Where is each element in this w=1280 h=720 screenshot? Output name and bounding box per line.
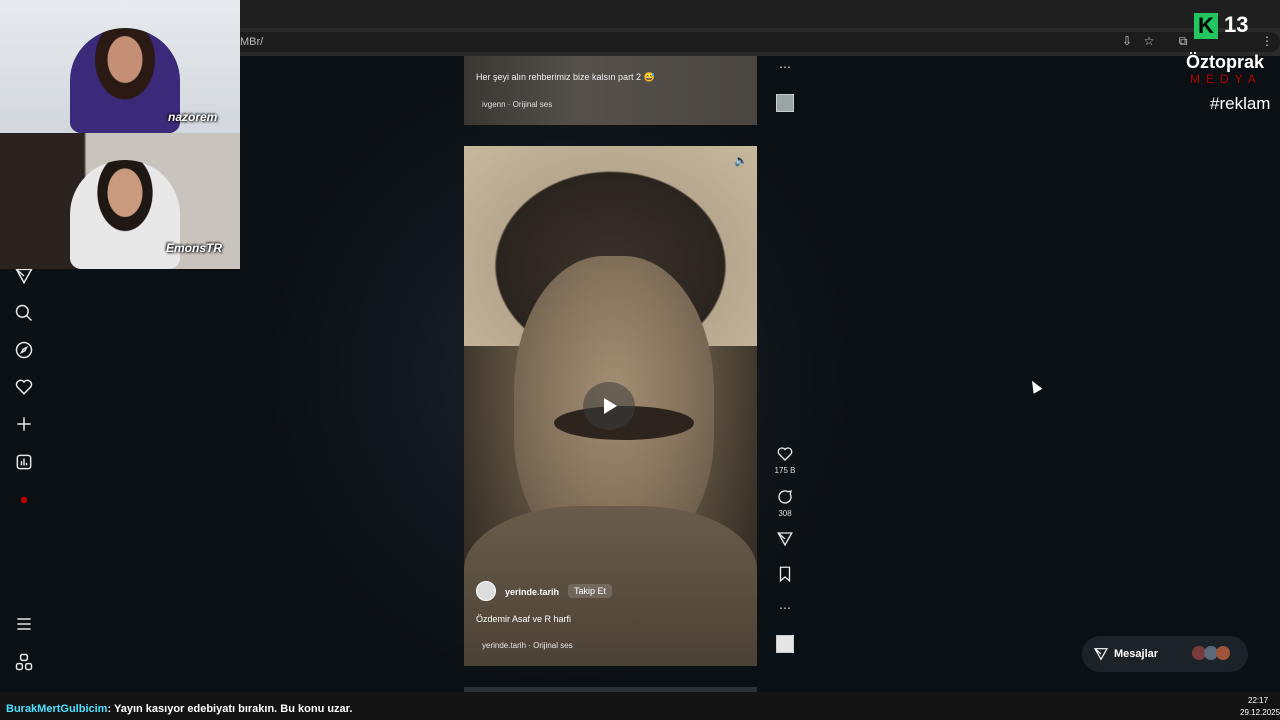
reel-audio[interactable]: yerinde.tarih · Orijinal ses <box>482 641 573 650</box>
menu-icon[interactable] <box>14 614 34 634</box>
extensions-icon[interactable]: ⧉ <box>1176 34 1190 48</box>
profile-icon[interactable] <box>14 490 34 510</box>
comment-icon <box>778 490 792 504</box>
apps-icon[interactable] <box>14 652 34 672</box>
like-count: 175 B <box>774 466 796 475</box>
webcam-2-label: EmonsTR <box>166 241 223 255</box>
messages-label: Mesajlar <box>1114 648 1159 660</box>
save-button[interactable] <box>775 565 795 588</box>
webcam-1-label: nazorem <box>168 110 218 124</box>
follow-button[interactable]: Takip Et <box>568 584 613 598</box>
reel-previous-caption: Her şeyi alın rehberimiz bize kalsın par… <box>476 72 655 82</box>
plus-icon[interactable] <box>14 414 34 434</box>
sound-icon[interactable]: 🔈 <box>734 154 748 167</box>
more-options-icon[interactable]: ⋯ <box>779 601 791 615</box>
like-button[interactable] <box>775 445 795 468</box>
avatar <box>1216 646 1230 660</box>
reel-previous-audio[interactable]: ivgenn · Orijinal ses <box>482 100 552 109</box>
bookmark-icon <box>779 566 791 583</box>
webcam-2-person <box>70 160 180 269</box>
messages-icon <box>1093 646 1109 662</box>
install-icon[interactable]: ⇩ <box>1120 34 1134 48</box>
chat-message: BurakMertGulbicim: Yayın kasıyor edebiya… <box>6 703 352 715</box>
audio-thumbnail[interactable] <box>776 635 794 653</box>
brand-subtitle: MEDYA <box>1190 72 1262 86</box>
kick-logo: K <box>1194 13 1218 39</box>
clock-date: 29.12.2025 <box>1240 708 1280 717</box>
audio-thumbnail[interactable] <box>776 94 794 112</box>
stats-icon[interactable] <box>14 452 34 472</box>
comment-count: 308 <box>778 509 792 518</box>
search-icon[interactable] <box>14 303 34 323</box>
share-icon <box>777 532 793 547</box>
comment-button[interactable] <box>775 488 795 511</box>
chat-text: : Yayın kasıyor edebiyatı bırakın. Bu ko… <box>107 703 353 715</box>
browser-menu-icon[interactable]: ⋮ <box>1260 34 1274 48</box>
heart-icon[interactable] <box>14 377 34 397</box>
share-button[interactable] <box>775 530 795 553</box>
clock-time: 22:17 <box>1248 696 1269 705</box>
webcam-1-person <box>70 28 180 133</box>
messages-icon[interactable] <box>14 266 34 286</box>
heart-icon <box>777 447 793 461</box>
url-text: MBr/ <box>240 36 264 48</box>
bookmark-star-icon[interactable]: ☆ <box>1142 34 1156 48</box>
author-avatar[interactable] <box>476 581 496 601</box>
brand-name: Öztoprak <box>1186 52 1265 72</box>
explore-icon[interactable] <box>14 340 34 360</box>
play-icon <box>604 398 617 414</box>
reel-caption: Özdemir Asaf ve R harfi <box>476 614 572 624</box>
more-options-icon[interactable]: ⋯ <box>779 60 791 74</box>
author-name[interactable]: yerinde.tarih <box>505 587 559 597</box>
reel-previous[interactable] <box>464 56 757 125</box>
brand-tag: #reklam <box>1210 94 1271 113</box>
chat-username: BurakMertGulbicim <box>6 703 108 715</box>
viewer-count: 13 <box>1224 12 1249 37</box>
